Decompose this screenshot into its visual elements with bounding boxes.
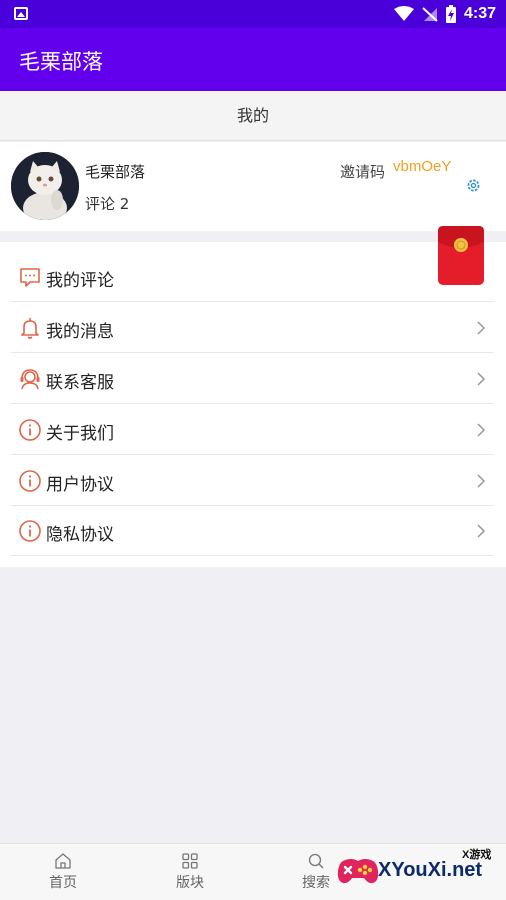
info-icon bbox=[19, 520, 41, 542]
nav-label: 版块 bbox=[176, 875, 204, 891]
gamepad-logo-icon bbox=[337, 859, 379, 884]
menu-item-my-comments[interactable]: 我的评论 bbox=[11, 252, 494, 302]
menu-item-my-messages[interactable]: 我的消息 bbox=[11, 303, 494, 353]
chevron-right-icon bbox=[477, 372, 486, 386]
menu-item-about-us[interactable]: 关于我们 bbox=[11, 405, 494, 455]
bell-icon bbox=[21, 318, 39, 339]
menu-label: 我的消息 bbox=[46, 322, 114, 342]
comment-icon bbox=[20, 268, 40, 287]
page-title: 我的 bbox=[236, 106, 269, 125]
watermark-text: XYouXi.net bbox=[378, 859, 483, 881]
comment-count: 评论 2 bbox=[85, 195, 130, 213]
status-bar: 4:37 bbox=[0, 0, 506, 28]
cat-avatar-image bbox=[11, 152, 79, 220]
watermark: X游戏 XYouXi.net bbox=[335, 844, 503, 896]
menu-list: 我的评论 我的消息 联系客服 关于我们 用户协议 隐私协议 bbox=[0, 242, 506, 567]
menu-item-user-agreement[interactable]: 用户协议 bbox=[11, 456, 494, 506]
no-signal-icon bbox=[422, 7, 438, 22]
headset-icon bbox=[20, 369, 40, 390]
avatar[interactable] bbox=[11, 152, 79, 220]
menu-label: 隐私协议 bbox=[46, 525, 114, 545]
battery-charging-icon bbox=[445, 5, 456, 23]
chevron-right-icon bbox=[477, 321, 486, 335]
menu-label: 我的评论 bbox=[46, 271, 114, 291]
red-envelope-button[interactable] bbox=[438, 226, 484, 285]
menu-item-privacy-policy[interactable]: 隐私协议 bbox=[11, 506, 494, 556]
chevron-right-icon bbox=[477, 524, 486, 538]
menu-label: 联系客服 bbox=[46, 373, 114, 393]
red-envelope-icon bbox=[438, 226, 484, 285]
info-icon bbox=[19, 419, 41, 441]
nav-boards[interactable]: 版块 bbox=[150, 844, 230, 900]
nav-home[interactable]: 首页 bbox=[23, 844, 103, 900]
search-icon bbox=[308, 853, 324, 869]
home-icon bbox=[55, 853, 71, 869]
grid-icon bbox=[182, 853, 198, 869]
menu-item-customer-service[interactable]: 联系客服 bbox=[11, 354, 494, 404]
menu-label: 用户协议 bbox=[46, 475, 114, 495]
wifi-icon bbox=[393, 6, 414, 21]
invite-code[interactable]: vbmOeY bbox=[393, 158, 451, 175]
nav-label: 首页 bbox=[49, 875, 77, 891]
app-bar: 毛栗部落 bbox=[0, 28, 506, 91]
profile-card[interactable]: 毛栗部落 评论 2 邀请码 vbmOeY bbox=[0, 142, 506, 231]
gear-icon[interactable] bbox=[465, 177, 482, 194]
info-icon bbox=[19, 470, 41, 492]
invite-label: 邀请码 bbox=[340, 163, 386, 181]
username: 毛栗部落 bbox=[85, 163, 146, 181]
page-header: 我的 bbox=[0, 91, 506, 141]
gallery-notification-icon bbox=[14, 7, 28, 20]
app-title: 毛栗部落 bbox=[19, 50, 103, 74]
status-time: 4:37 bbox=[463, 5, 496, 22]
chevron-right-icon bbox=[477, 474, 486, 488]
status-icons: 4:37 bbox=[393, 4, 496, 24]
chevron-right-icon bbox=[477, 423, 486, 437]
menu-label: 关于我们 bbox=[46, 424, 114, 444]
